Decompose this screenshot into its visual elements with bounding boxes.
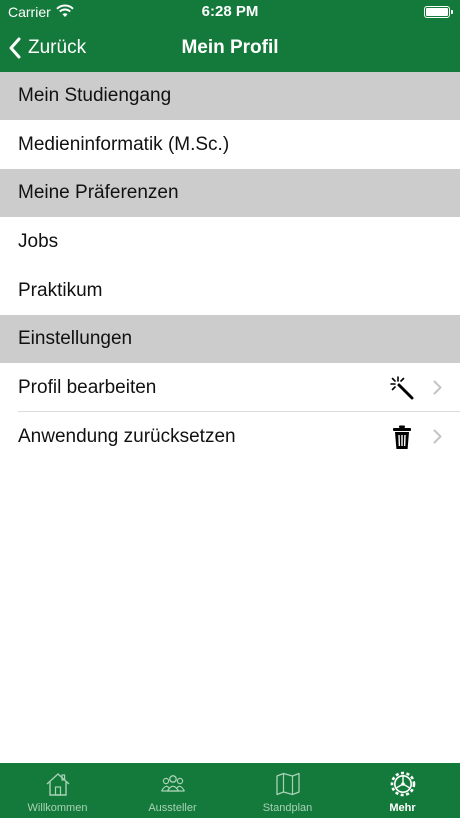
trash-icon <box>393 425 411 449</box>
tab-label: Willkommen <box>27 802 88 814</box>
top-bar: Carrier 6:28 PM Zurück Mein Profil <box>0 0 460 72</box>
tab-standplan[interactable]: Standplan <box>230 763 345 818</box>
tab-label: Mehr <box>389 802 416 814</box>
list-item-profil-bearbeiten[interactable]: Profil bearbeiten <box>0 363 460 412</box>
list-item-label: Profil bearbeiten <box>18 377 157 398</box>
clock: 6:28 PM <box>201 3 259 20</box>
tab-willkommen[interactable]: Willkommen <box>0 763 115 818</box>
profile-list: Mein Studiengang Medieninformatik (M.Sc.… <box>0 72 460 461</box>
tab-aussteller[interactable]: Aussteller <box>115 763 230 818</box>
tab-mehr[interactable]: Mehr <box>345 763 460 818</box>
page-title: Mein Profil <box>181 37 279 58</box>
home-icon <box>46 773 69 796</box>
list-item-studiengang[interactable]: Medieninformatik (M.Sc.) <box>0 120 460 169</box>
magic-wand-icon <box>390 375 414 399</box>
navigation-bar: Zurück Mein Profil <box>0 24 460 72</box>
tab-bar: Willkommen Aussteller Standplan Mehr <box>0 763 460 818</box>
chevron-right-icon <box>433 380 442 395</box>
section-header-studiengang: Mein Studiengang <box>0 72 460 120</box>
battery-icon <box>424 6 453 18</box>
section-header-praeferenzen: Meine Präferenzen <box>0 169 460 217</box>
chevron-right-icon <box>433 429 442 444</box>
tab-label: Standplan <box>262 802 313 814</box>
list-item-praktikum[interactable]: Praktikum <box>0 266 460 315</box>
status-bar: Carrier 6:28 PM <box>0 0 460 24</box>
section-header-einstellungen: Einstellungen <box>0 315 460 363</box>
gear-icon <box>390 771 415 797</box>
map-icon <box>275 772 300 796</box>
list-item-anwendung-zuruecksetzen[interactable]: Anwendung zurücksetzen <box>0 412 460 461</box>
list-item-label: Anwendung zurücksetzen <box>18 426 236 447</box>
tab-label: Aussteller <box>148 802 197 814</box>
people-icon <box>160 775 185 792</box>
list-item-jobs[interactable]: Jobs <box>0 217 460 266</box>
